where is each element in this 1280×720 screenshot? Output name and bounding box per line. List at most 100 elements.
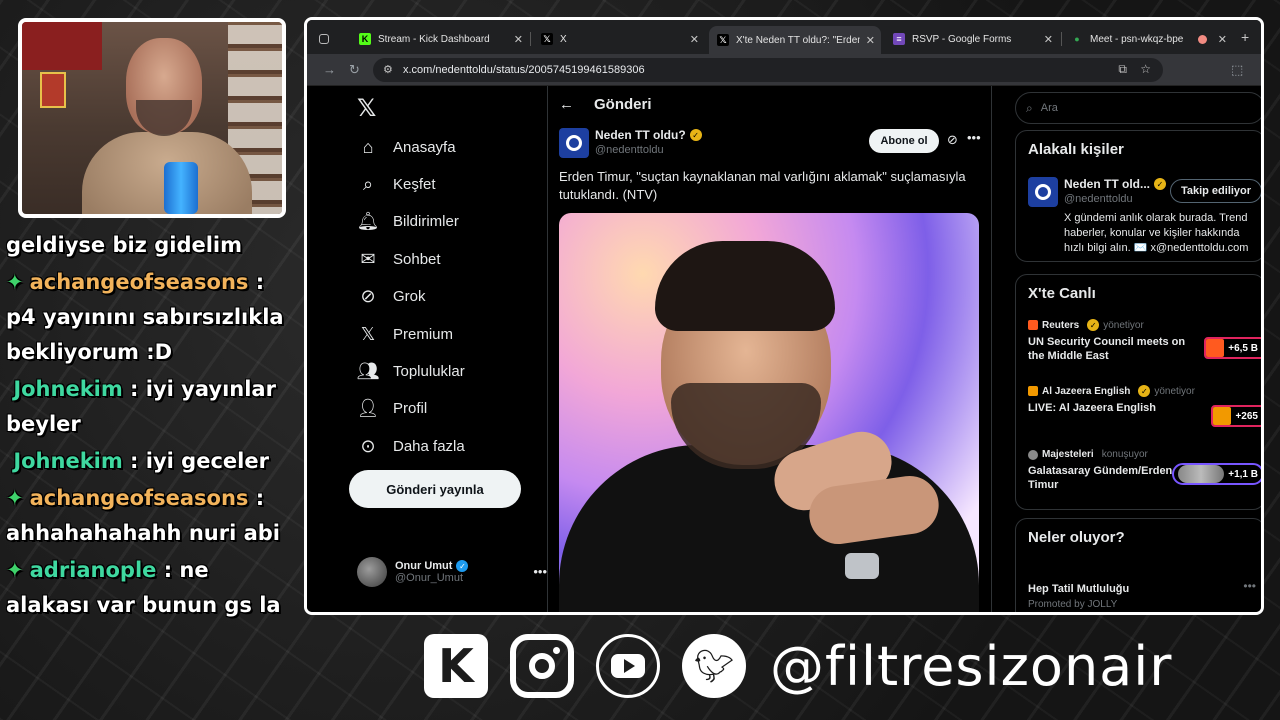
chat-overlay: geldiyse biz gidelim ✦ achangeofseasons :… xyxy=(6,228,294,625)
live-item[interactable]: Majesteleri konuşuyor Galatasaray Gündem/… xyxy=(1028,449,1261,492)
nav-item-notifications[interactable]: 🔔︎ Bildirimler xyxy=(357,210,459,232)
live-title: UN Security Council meets on the Middle … xyxy=(1028,336,1186,362)
trend-item[interactable]: Hep Tatil Mutluluğu xyxy=(1028,583,1129,595)
youtube-play xyxy=(611,654,645,678)
live-status: konuşuyor xyxy=(1101,449,1148,460)
tab-title: X xyxy=(560,33,567,45)
divider xyxy=(991,86,992,612)
account-switcher[interactable]: Onur Umut ✓ @Onur_Umut ••• xyxy=(357,554,547,590)
chat-text: geldiyse biz gidelim xyxy=(6,233,242,257)
photo-subject-watch xyxy=(845,553,879,579)
live-listener-badge: +6,5 B xyxy=(1204,337,1261,359)
avatar xyxy=(357,557,387,587)
forms-favicon-icon: ≡ xyxy=(893,33,905,45)
chat-username: Johnekim xyxy=(13,377,123,401)
tab-kick-dashboard[interactable]: K Stream - Kick Dashboard ✕ xyxy=(351,26,529,52)
close-tab-icon[interactable]: ✕ xyxy=(1218,33,1227,46)
more-horizontal-icon[interactable]: ••• xyxy=(967,130,981,145)
reload-icon[interactable]: ↻ xyxy=(349,62,360,78)
related-name-row[interactable]: Neden TT old... ✓ xyxy=(1064,177,1166,191)
site-settings-icon[interactable]: ⚙ xyxy=(383,63,393,76)
recording-indicator-icon xyxy=(1198,34,1207,44)
search-placeholder: Ara xyxy=(1040,102,1058,114)
nav-item-communities[interactable]: 👥︎ Topluluklar xyxy=(357,360,465,382)
webcam-feed xyxy=(18,18,286,218)
url-text: x.com/nedenttoldu/status/200574519946158… xyxy=(403,64,645,76)
more-circle-icon: ⊙ xyxy=(360,435,376,456)
account-name: Onur Umut xyxy=(395,559,453,572)
extensions-icon[interactable]: ⬚ xyxy=(1231,62,1243,78)
close-tab-icon[interactable]: ✕ xyxy=(866,34,875,47)
gold-verified-badge-icon: ✓ xyxy=(1138,385,1151,397)
forward-icon[interactable]: → xyxy=(323,62,336,77)
bookmark-star-icon[interactable]: ☆ xyxy=(1140,62,1151,76)
verified-badge-icon: ✓ xyxy=(456,560,469,573)
account-logo-icon xyxy=(566,135,582,151)
nav-item-grok[interactable]: ⊘ Grok xyxy=(357,285,425,307)
grok-icon[interactable]: ⊘ xyxy=(947,132,958,148)
tweet-author-handle[interactable]: @nedenttoldu xyxy=(595,144,664,156)
live-item[interactable]: Reuters ✓ yönetiyor UN Security Council me… xyxy=(1028,319,1261,363)
instagram-dot xyxy=(553,647,560,654)
close-tab-icon[interactable]: ✕ xyxy=(690,33,699,46)
url-field[interactable]: ⚙ x.com/nedenttoldu/status/2005745199461… xyxy=(373,58,1163,82)
close-tab-icon[interactable]: ✕ xyxy=(514,33,523,46)
following-button[interactable]: Takip ediliyor xyxy=(1170,179,1261,203)
more-horizontal-icon[interactable]: ••• xyxy=(533,564,547,579)
tab-x[interactable]: 𝕏 X ✕ xyxy=(533,26,705,52)
chat-message: Johnekim : iyi geceler xyxy=(6,444,294,479)
back-arrow-icon[interactable]: ← xyxy=(559,96,574,113)
chat-text: : iyi geceler xyxy=(122,449,269,473)
tab-title: Stream - Kick Dashboard xyxy=(378,33,490,45)
nav-item-more[interactable]: ⊙ Daha fazla xyxy=(357,435,465,457)
browser-window: K Stream - Kick Dashboard ✕ 𝕏 X ✕ 𝕏 X'te… xyxy=(304,17,1264,615)
more-horizontal-icon[interactable]: ••• xyxy=(1243,579,1256,593)
nav-item-explore[interactable]: ⌕ Keşfet xyxy=(357,173,436,195)
nav-label: Topluluklar xyxy=(393,362,465,380)
new-tab-icon[interactable]: + xyxy=(1241,29,1249,45)
nav-item-home[interactable]: ⌂ Anasayfa xyxy=(357,136,456,158)
tweet-photo[interactable] xyxy=(559,213,979,612)
chat-username: adrianople xyxy=(29,558,157,582)
nav-label: Profil xyxy=(393,399,428,417)
gem-icon: ✦ xyxy=(6,558,24,582)
search-input[interactable]: ⌕ Ara xyxy=(1015,92,1261,124)
grok-icon: ⊘ xyxy=(360,285,376,306)
tab-separator xyxy=(1061,32,1062,46)
gold-verified-badge-icon: ✓ xyxy=(689,129,702,141)
nav-label: Keşfet xyxy=(393,175,436,193)
live-item[interactable]: Al Jazeera English ✓ yönetiyor LIVE: Al Ja… xyxy=(1028,385,1261,427)
related-bio: X gündemi anlık olarak burada. Trend hab… xyxy=(1064,212,1249,254)
youtube-icon xyxy=(596,634,660,698)
trends-card: Neler oluyor? Hep Tatil Mutluluğu Promot… xyxy=(1015,518,1261,612)
x-logo-icon[interactable]: 𝕏 xyxy=(357,94,376,123)
subscribe-button[interactable]: Abone ol xyxy=(869,129,939,153)
post-button[interactable]: Gönderi yayınla xyxy=(349,470,521,508)
nav-label: Anasayfa xyxy=(393,138,456,156)
install-app-icon[interactable]: ⧉ xyxy=(1118,62,1127,77)
instagram-lens xyxy=(529,653,555,679)
nav-label: Daha fazla xyxy=(393,437,465,455)
tweet-author-name-row[interactable]: Neden TT oldu? ✓ xyxy=(595,128,702,142)
tab-google-meet[interactable]: ● Meet - psn-wkqz-bpe ✕ xyxy=(1063,26,1233,52)
tweet-author-avatar[interactable] xyxy=(559,128,589,158)
live-source: Al Jazeera English ✓ yönetiyor xyxy=(1028,385,1261,397)
nav-item-profile[interactable]: 👤︎ Profil xyxy=(357,397,428,419)
photo-subject-hair xyxy=(655,241,835,331)
tab-title: X'te Neden TT oldu?: "Erden xyxy=(736,34,860,46)
search-icon: ⌕ xyxy=(362,173,374,194)
related-avatar[interactable] xyxy=(1028,177,1058,207)
meet-favicon-icon: ● xyxy=(1071,33,1083,45)
tab-search-button[interactable] xyxy=(311,26,337,52)
chat-message: ✦ achangeofseasons : p4 yayınını sabırsız… xyxy=(6,265,294,370)
close-tab-icon[interactable]: ✕ xyxy=(1044,33,1053,46)
tab-google-forms[interactable]: ≡ RSVP - Google Forms ✕ xyxy=(885,26,1059,52)
nav-item-premium[interactable]: 𝕏 Premium xyxy=(357,323,453,345)
gem-icon: ✦ xyxy=(6,270,24,294)
gold-verified-badge-icon: ✓ xyxy=(1154,178,1166,190)
tab-x-post-active[interactable]: 𝕏 X'te Neden TT oldu?: "Erden ✕ xyxy=(709,26,881,54)
live-status: yönetiyor xyxy=(1103,319,1144,331)
aljazeera-logo-icon xyxy=(1028,386,1038,396)
nav-item-chat[interactable]: ✉ Sohbet xyxy=(357,248,440,270)
gold-verified-badge-icon: ✓ xyxy=(1087,319,1100,331)
